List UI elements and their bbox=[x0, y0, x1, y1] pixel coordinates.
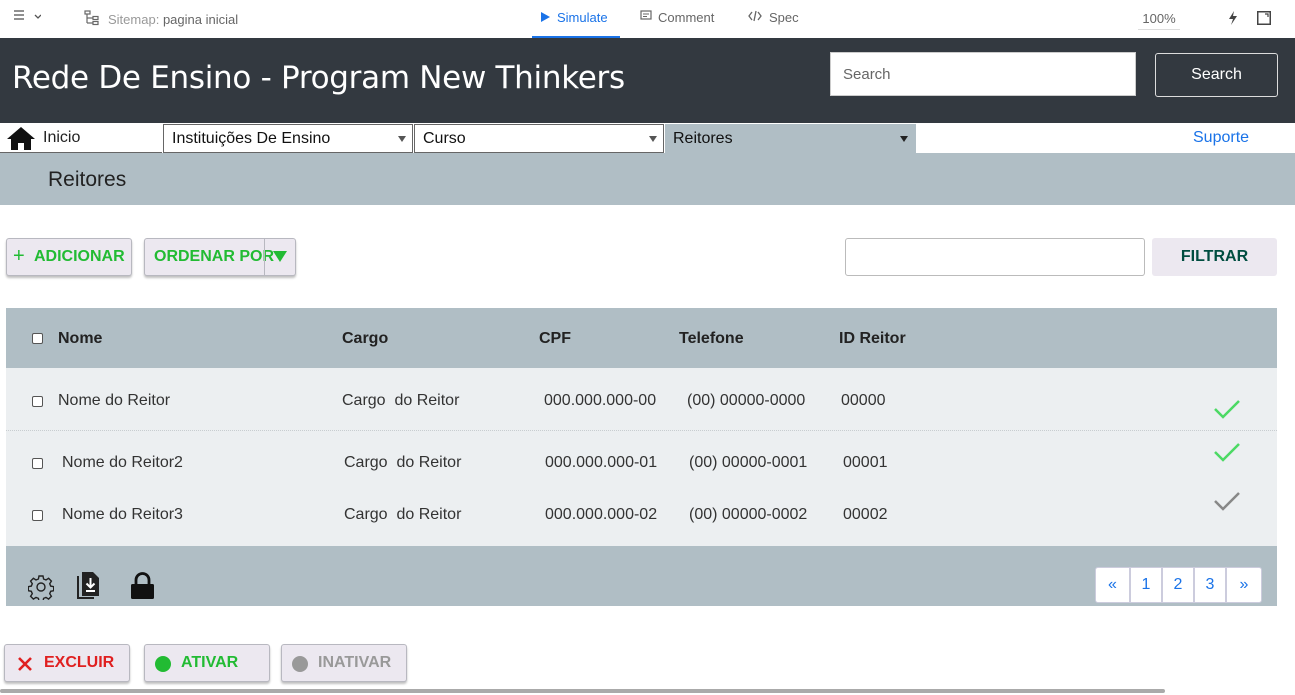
home-icon bbox=[7, 127, 35, 155]
nav-item-label: Curso bbox=[423, 130, 466, 147]
page-header: Reitores bbox=[0, 153, 1295, 205]
deactivate-button-label: INATIVAR bbox=[318, 654, 392, 671]
activate-button[interactable]: ATIVAR bbox=[144, 644, 270, 682]
comment-icon bbox=[640, 0, 652, 36]
table-row[interactable]: Nome do Reitor Cargo do Reitor 000.000.0… bbox=[6, 368, 1277, 431]
deactivate-button[interactable]: INATIVAR bbox=[281, 644, 407, 682]
check-icon[interactable] bbox=[1213, 491, 1241, 511]
check-icon[interactable] bbox=[1213, 399, 1241, 419]
pagination-page-2[interactable]: 2 bbox=[1162, 567, 1194, 603]
cell-cpf: 000.000.000-02 bbox=[545, 506, 658, 523]
nav-dropdown-reitores[interactable]: Reitores bbox=[665, 124, 916, 153]
cell-telefone: (00) 00000-0001 bbox=[689, 454, 808, 471]
table-body: Nome do Reitor Cargo do Reitor 000.000.0… bbox=[6, 368, 1277, 546]
nav-home[interactable]: Inicio bbox=[0, 124, 162, 153]
column-header-cargo[interactable]: Cargo bbox=[342, 330, 388, 348]
pagination-next[interactable]: » bbox=[1226, 567, 1262, 603]
nav-dropdown-instituicoes[interactable]: Instituições De Ensino bbox=[163, 124, 413, 153]
close-icon bbox=[18, 657, 32, 671]
tab-simulate[interactable]: Simulate bbox=[532, 0, 620, 38]
pagination-page-3[interactable]: 3 bbox=[1194, 567, 1226, 603]
nav-item-label: Reitores bbox=[673, 130, 733, 147]
nav-home-label: Inicio bbox=[43, 129, 81, 146]
cell-id: 00000 bbox=[841, 392, 886, 409]
table-row[interactable]: Nome do Reitor2 Cargo do Reitor 000.000.… bbox=[6, 430, 1277, 486]
fullscreen-icon[interactable] bbox=[1257, 11, 1271, 30]
chevron-down-icon bbox=[649, 136, 657, 142]
add-button-label: ADICIONAR bbox=[34, 248, 125, 265]
row-checkbox[interactable] bbox=[32, 396, 43, 407]
add-button[interactable]: + ADICIONAR bbox=[6, 238, 132, 276]
tab-comment[interactable]: Comment bbox=[640, 0, 725, 36]
nav-dropdown-curso[interactable]: Curso bbox=[414, 124, 664, 153]
bolt-icon[interactable] bbox=[1228, 11, 1238, 30]
prototype-toolbar: Sitemap: pagina inicial Simulate Comment… bbox=[0, 0, 1295, 39]
column-header-cpf[interactable]: CPF bbox=[539, 330, 571, 348]
delete-button[interactable]: EXCLUIR bbox=[4, 644, 130, 682]
cell-cpf: 000.000.000-00 bbox=[544, 392, 657, 409]
table-footer bbox=[6, 546, 1277, 606]
column-header-telefone[interactable]: Telefone bbox=[679, 330, 744, 348]
tab-comment-label: Comment bbox=[658, 10, 715, 25]
lock-icon[interactable] bbox=[130, 572, 155, 600]
tab-spec-label: Spec bbox=[769, 10, 799, 25]
order-by-button[interactable]: ORDENAR POR bbox=[144, 238, 296, 276]
play-icon bbox=[541, 0, 550, 36]
status-dot-icon bbox=[155, 656, 171, 672]
app-header: Rede De Ensino - Program New Thinkers Se… bbox=[0, 38, 1295, 123]
order-by-label: ORDENAR POR bbox=[154, 248, 275, 265]
cell-telefone: (00) 00000-0002 bbox=[689, 506, 808, 523]
tab-simulate-label: Simulate bbox=[557, 10, 608, 25]
row-checkbox[interactable] bbox=[32, 458, 43, 469]
order-by-dropdown[interactable] bbox=[264, 238, 297, 276]
column-header-id-reitor[interactable]: ID Reitor bbox=[839, 330, 906, 348]
cell-cargo: Cargo do Reitor bbox=[344, 454, 462, 471]
cell-cargo: Cargo do Reitor bbox=[344, 506, 462, 523]
search-input[interactable] bbox=[830, 52, 1136, 96]
table-header: Nome Cargo CPF Telefone ID Reitor bbox=[6, 308, 1277, 368]
nav-item-label: Instituições De Ensino bbox=[172, 130, 331, 147]
sitemap-page: pagina inicial bbox=[162, 12, 239, 27]
activate-button-label: ATIVAR bbox=[181, 654, 239, 671]
cell-nome: Nome do Reitor bbox=[58, 392, 171, 409]
filter-button[interactable]: FILTRAR bbox=[1152, 238, 1277, 276]
sitemap-prefix: Sitemap: bbox=[108, 12, 160, 27]
sitemap-breadcrumb[interactable]: Sitemap: pagina inicial bbox=[108, 12, 238, 27]
horizontal-scrollbar[interactable] bbox=[0, 689, 1165, 693]
code-icon bbox=[748, 0, 762, 36]
select-all-checkbox[interactable] bbox=[32, 333, 43, 344]
plus-icon: + bbox=[13, 245, 25, 267]
cell-nome: Nome do Reitor2 bbox=[62, 454, 183, 471]
cell-cargo: Cargo do Reitor bbox=[342, 392, 460, 409]
chevron-down-icon bbox=[398, 136, 406, 142]
cell-nome: Nome do Reitor3 bbox=[62, 506, 183, 523]
row-checkbox[interactable] bbox=[32, 510, 43, 521]
pagination-page-1[interactable]: 1 bbox=[1130, 567, 1162, 603]
column-header-nome[interactable]: Nome bbox=[58, 330, 102, 348]
chevron-down-icon bbox=[900, 136, 908, 142]
support-link[interactable]: Suporte bbox=[1193, 129, 1249, 147]
filter-input[interactable] bbox=[845, 238, 1145, 276]
download-icon[interactable] bbox=[76, 572, 100, 600]
cell-id: 00001 bbox=[843, 454, 888, 471]
triangle-down-icon bbox=[273, 251, 287, 262]
pagination-prev[interactable]: « bbox=[1095, 567, 1130, 603]
zoom-level[interactable]: 100% bbox=[1138, 11, 1180, 30]
search-button[interactable]: Search bbox=[1155, 53, 1278, 97]
cell-telefone: (00) 00000-0000 bbox=[687, 392, 806, 409]
cell-id: 00002 bbox=[843, 506, 888, 523]
delete-button-label: EXCLUIR bbox=[44, 654, 115, 671]
cell-cpf: 000.000.000-01 bbox=[545, 454, 658, 471]
table-row[interactable]: Nome do Reitor3 Cargo do Reitor 000.000.… bbox=[6, 486, 1277, 546]
gear-icon[interactable] bbox=[28, 574, 54, 600]
check-icon[interactable] bbox=[1213, 442, 1241, 462]
menu-icon[interactable] bbox=[13, 8, 42, 29]
sitemap-icon[interactable] bbox=[84, 10, 100, 31]
tab-spec[interactable]: Spec bbox=[748, 0, 808, 36]
app-title: Rede De Ensino - Program New Thinkers bbox=[12, 60, 625, 96]
page-title: Reitores bbox=[48, 168, 127, 191]
status-dot-icon bbox=[292, 656, 308, 672]
